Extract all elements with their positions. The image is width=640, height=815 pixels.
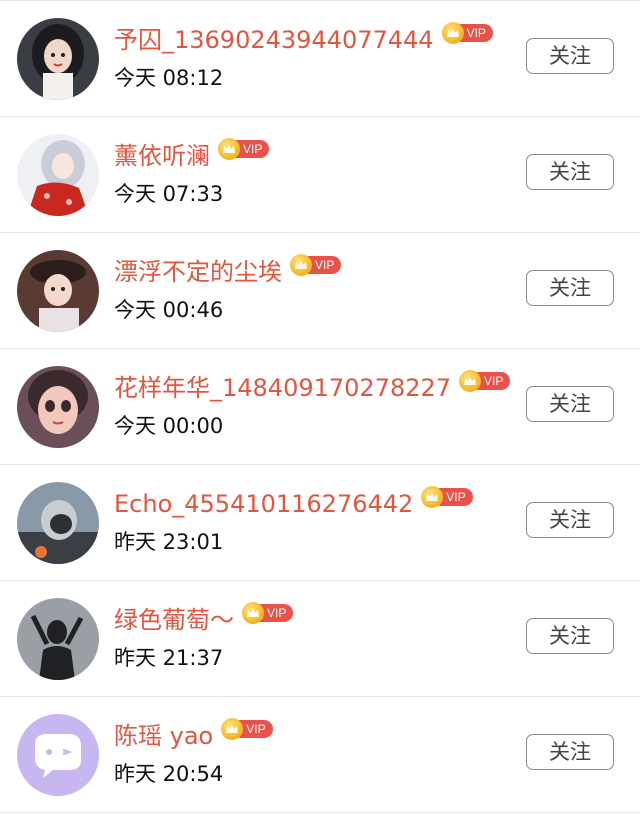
avatar[interactable] (17, 598, 99, 680)
list-item[interactable]: 绿色葡萄～ VIP 昨天 21:37 关注 (0, 581, 640, 697)
avatar-helmet-person-icon (17, 482, 99, 564)
vip-badge: VIP (221, 718, 273, 740)
user-name[interactable]: 予囚_13690243944077444 (114, 23, 434, 57)
user-name[interactable]: Echo_455410116276442 (114, 487, 413, 521)
follow-button[interactable]: 关注 (526, 270, 614, 306)
avatar-doll-face-icon (17, 366, 99, 448)
user-name-line: Echo_455410116276442 VIP (114, 486, 473, 521)
user-name[interactable]: 绿色葡萄～ (114, 603, 234, 637)
user-name-line: 花样年华_14840917027822​7 VIP (114, 370, 511, 405)
crown-icon (459, 370, 482, 392)
user-name-line: 薰依听澜 VIP (114, 138, 270, 173)
user-name[interactable]: 陈瑶 yao (114, 719, 213, 753)
follow-button[interactable]: 关注 (526, 618, 614, 654)
avatar-chat-bubble-icon (17, 714, 99, 796)
follow-button[interactable]: 关注 (526, 734, 614, 770)
list-item[interactable]: 陈瑶 yao VIP 昨天 20:54 关注 (0, 697, 640, 813)
avatar[interactable] (17, 366, 99, 448)
avatar-girl-red-dress-icon (17, 134, 99, 216)
crown-icon (218, 138, 240, 160)
user-name-line: 陈瑶 yao VIP (114, 718, 273, 753)
crown-icon (290, 254, 312, 276)
avatar[interactable] (17, 250, 99, 332)
list-item[interactable]: 花样年华_14840917027822​7 VIP 今天 00:00 关注 (0, 349, 640, 465)
user-name[interactable]: 漂浮不定的尘埃 (114, 255, 282, 289)
list-item[interactable]: 予囚_13690243944077444 VIP 今天 08:12 关注 (0, 1, 640, 117)
vip-badge: VIP (218, 138, 270, 160)
avatar[interactable] (17, 18, 99, 100)
follow-button[interactable]: 关注 (526, 502, 614, 538)
follower-list: 予囚_13690243944077444 VIP 今天 08:12 关注 薰依听… (0, 0, 640, 815)
follow-button[interactable]: 关注 (526, 386, 614, 422)
user-name[interactable]: 薰依听澜 (114, 139, 210, 173)
follow-button[interactable]: 关注 (526, 154, 614, 190)
list-item[interactable]: Echo_455410116276442 VIP 昨天 23:01 关注 (0, 465, 640, 581)
follow-button[interactable]: 关注 (526, 38, 614, 74)
user-name-line: 绿色葡萄～ VIP (114, 602, 294, 637)
avatar-silhouette-icon (17, 598, 99, 680)
visit-time: 今天 00:00 (114, 414, 224, 438)
avatar[interactable] (17, 482, 99, 564)
visit-time: 昨天 20:54 (114, 762, 224, 786)
vip-badge: VIP (459, 370, 511, 392)
crown-icon (441, 22, 464, 44)
user-name-line: 予囚_13690243944077444 VIP (114, 22, 493, 57)
list-item[interactable]: 漂浮不定的尘埃 VIP 今天 00:46 关注 (0, 233, 640, 349)
avatar[interactable] (17, 134, 99, 216)
visit-time: 今天 07:33 (114, 182, 224, 206)
visit-time: 昨天 21:37 (114, 646, 224, 670)
vip-badge: VIP (290, 254, 342, 276)
crown-icon (242, 602, 264, 624)
visit-time: 昨天 23:01 (114, 530, 224, 554)
user-name-line: 漂浮不定的尘埃 VIP (114, 254, 342, 289)
user-name[interactable]: 花样年华_14840917027822​7 (114, 371, 451, 405)
avatar-girl-dark-hair-icon (17, 18, 99, 100)
vip-badge: VIP (441, 22, 493, 44)
list-item[interactable]: 薰依听澜 VIP 今天 07:33 关注 (0, 117, 640, 233)
avatar-girl-hat-icon (17, 250, 99, 332)
visit-time: 今天 08:12 (114, 66, 224, 90)
vip-badge: VIP (242, 602, 294, 624)
avatar[interactable] (17, 714, 99, 796)
vip-badge: VIP (421, 486, 473, 508)
visit-time: 今天 00:46 (114, 298, 224, 322)
